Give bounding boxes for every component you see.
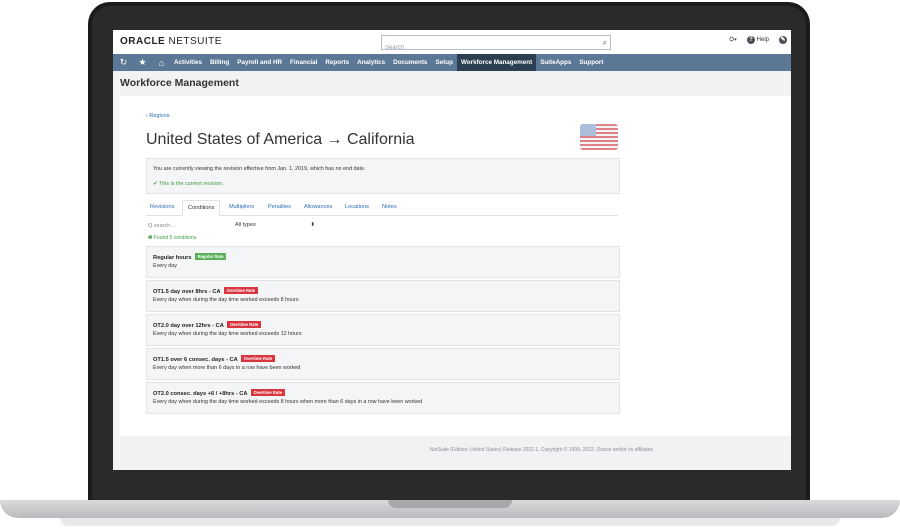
- condition-description: Every day when during the day time worke…: [153, 399, 423, 405]
- recent-icon[interactable]: ↻: [115, 57, 132, 68]
- laptop-notch: [388, 500, 512, 508]
- tab-bar: Revisions Conditions Multipliers Penalti…: [146, 200, 618, 216]
- select-arrows-icon: ⬍: [310, 222, 315, 228]
- tab-conditions[interactable]: Conditions: [182, 200, 221, 216]
- nav-item-support[interactable]: Support: [575, 54, 607, 71]
- back-to-regions-link[interactable]: ‹ Regions: [146, 113, 170, 119]
- global-search[interactable]: ⌕: [381, 35, 611, 55]
- recent-records-icon[interactable]: ⛭▾: [729, 37, 737, 44]
- condition-item[interactable]: OT1.5 over 6 consec. days - CA Overtime R…: [146, 348, 620, 380]
- conditions-search-input[interactable]: [148, 223, 188, 229]
- search-icon[interactable]: ⌕: [603, 38, 607, 47]
- rate-badge: Overtime Rate: [240, 355, 276, 362]
- footer-copyright: NetSuite (Edition: United States) Releas…: [429, 447, 655, 453]
- laptop-shadow: [60, 518, 840, 526]
- nav-item-billing[interactable]: Billing: [206, 54, 233, 71]
- revision-info-text: You are currently viewing the revision e…: [153, 166, 366, 172]
- found-count: ❶ Found 5 conditions.: [148, 235, 198, 241]
- content-card: ‹ Regions United States of America → Cal…: [120, 96, 791, 436]
- condition-title: OT2.0 day over 12hrs - CA: [153, 323, 224, 329]
- star-icon[interactable]: ★: [134, 57, 151, 68]
- nav-item-analytics[interactable]: Analytics: [353, 54, 389, 71]
- nav-item-setup[interactable]: Setup: [431, 54, 457, 71]
- top-bar: ORACLE NETSUITE ⌕ ⛭▾ ? Help ✎: [113, 30, 791, 55]
- home-icon[interactable]: ⌂: [153, 58, 170, 68]
- condition-title: Regular hours: [153, 255, 192, 261]
- rate-badge: Overtime Rate: [226, 321, 262, 328]
- us-flag-icon: [580, 124, 618, 150]
- condition-item[interactable]: OT2.0 day over 12hrs - CA Overtime Rate E…: [146, 314, 620, 346]
- rate-badge: Overtime Rate: [250, 389, 285, 396]
- region-heading: United States of America → California: [146, 131, 415, 148]
- condition-title: OT1.5 day over 8hrs - CA: [153, 289, 221, 295]
- nav-item-payroll-hr[interactable]: Payroll and HR: [233, 54, 286, 71]
- oracle-netsuite-logo[interactable]: ORACLE NETSUITE: [120, 36, 222, 47]
- nav-item-activities[interactable]: Activities: [170, 54, 206, 71]
- condition-description: Every day: [153, 263, 177, 269]
- tab-allowances[interactable]: Allowances: [304, 204, 332, 210]
- nav-item-financial[interactable]: Financial: [286, 54, 321, 71]
- screen: ORACLE NETSUITE ⌕ ⛭▾ ? Help ✎ ↻ ★ ⌂ Acti…: [113, 30, 791, 470]
- help-icon: ?: [746, 36, 755, 44]
- help-button[interactable]: ? Help: [746, 36, 769, 44]
- condition-description: Every day when during the day time worke…: [153, 297, 299, 303]
- revision-info-box: You are currently viewing the revision e…: [146, 158, 620, 194]
- page-title: Workforce Management: [120, 77, 239, 89]
- rate-badge: Overtime Rate: [223, 287, 259, 294]
- condition-item[interactable]: OT2.0 consec. days +6 / +8hrs - CA Overti…: [146, 382, 620, 414]
- nav-item-suiteapps[interactable]: SuiteApps: [536, 54, 575, 71]
- nav-item-workforce-management[interactable]: Workforce Management: [456, 54, 537, 71]
- tab-locations[interactable]: Locations: [345, 204, 369, 210]
- type-filter-select[interactable]: All types ⬍: [235, 222, 315, 231]
- feedback-icon[interactable]: ✎: [779, 36, 787, 44]
- condition-description: Every day when during the day time worke…: [153, 331, 302, 337]
- condition-item[interactable]: OT1.5 day over 8hrs - CA Overtime Rate Ev…: [146, 280, 620, 312]
- main-nav: ↻ ★ ⌂ Activities Billing Payroll and HR …: [113, 54, 791, 71]
- nav-item-documents[interactable]: Documents: [389, 54, 431, 71]
- conditions-search[interactable]: [148, 223, 188, 229]
- tab-penalties[interactable]: Penalties: [268, 204, 291, 210]
- rate-badge: Regular Rate: [194, 253, 227, 260]
- tab-revisions[interactable]: Revisions: [150, 204, 174, 210]
- condition-title: OT2.0 consec. days +6 / +8hrs - CA: [153, 391, 248, 397]
- tab-multipliers[interactable]: Multipliers: [229, 204, 254, 210]
- top-right-tools: ⛭▾ ? Help ✎: [729, 36, 787, 44]
- search-input[interactable]: [382, 41, 585, 55]
- tab-notes[interactable]: Notes: [382, 204, 397, 210]
- condition-description: Every day when more than 6 days in a row…: [153, 365, 301, 371]
- condition-title: OT1.5 over 6 consec. days - CA: [153, 357, 238, 363]
- nav-item-reports[interactable]: Reports: [321, 54, 353, 71]
- current-revision-notice: ✔ This is the current revision.: [153, 181, 224, 187]
- type-filter-value: All types: [235, 222, 256, 228]
- condition-item[interactable]: Regular hours Regular Rate Every day: [146, 246, 620, 278]
